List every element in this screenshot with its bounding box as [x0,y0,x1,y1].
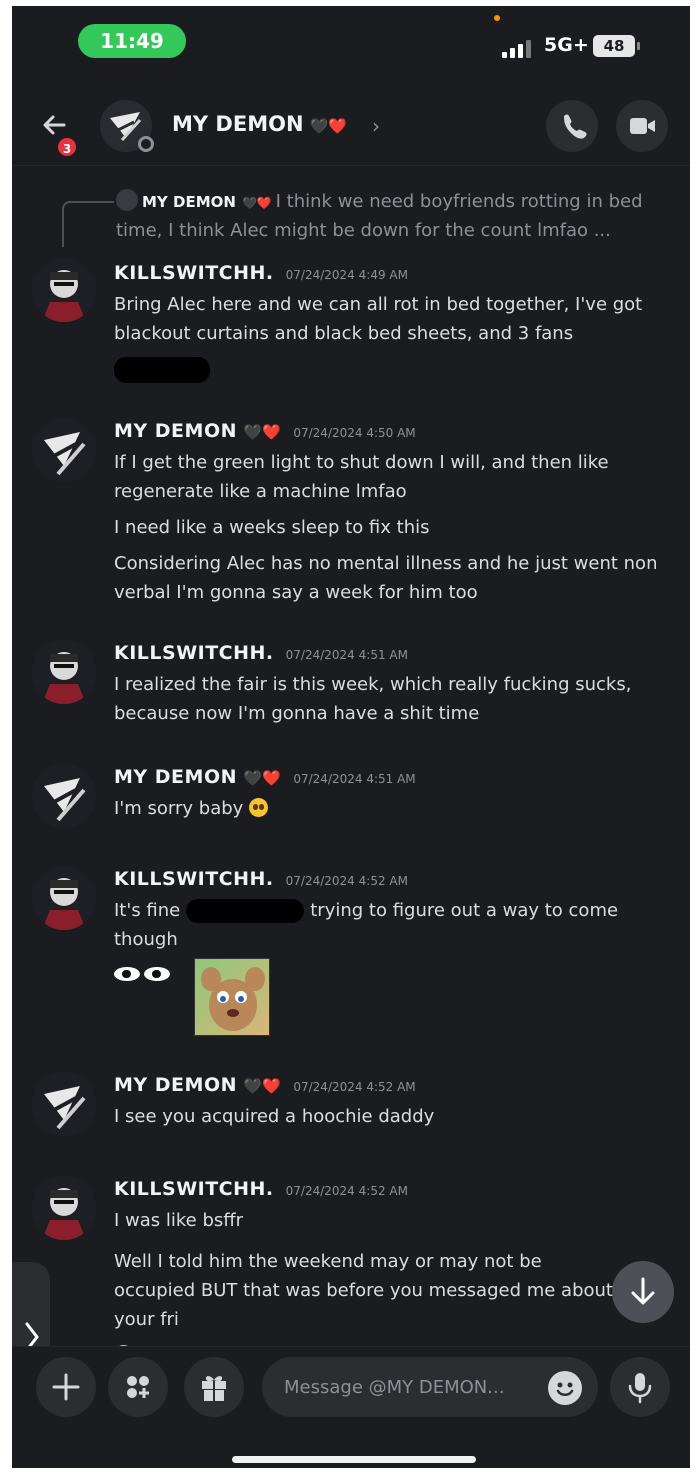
message-body: I realized the fair is this week, which … [114,674,632,724]
avatar[interactable] [32,640,96,704]
message-body: I'm sorry baby [114,794,674,830]
privacy-indicator-dot [494,15,500,21]
status-bar: 11:49 5G+ 48 [12,6,690,76]
avatar[interactable] [32,418,96,482]
avatar[interactable] [32,258,96,322]
message-author[interactable]: MY DEMON 🖤❤️ 07/24/2024 4:50 AM [114,420,416,442]
redaction-mark [114,357,210,383]
message-author[interactable]: KILLSWITCHH. 07/24/2024 4:49 AM [114,262,408,284]
reply-preview[interactable]: MY DEMON 🖤❤️ I think we need boyfriends r… [116,188,676,245]
eyes-emoji-icon [114,961,174,990]
message-author[interactable]: MY DEMON 🖤❤️ 07/24/2024 4:52 AM [114,1074,416,1096]
voice-call-button[interactable] [546,100,598,152]
message-author[interactable]: MY DEMON 🖤❤️ 07/24/2024 4:51 AM [114,766,416,788]
gift-icon [202,1376,226,1401]
message-author[interactable]: KILLSWITCHH. 07/24/2024 4:51 AM [114,642,408,664]
unread-badge: 3 [56,136,78,158]
message-body: I see you acquired a hoochie daddy [114,1106,435,1127]
phone-icon [564,114,587,139]
chat-header: 3 MY DEMON 🖤❤️ › [12,86,690,166]
avatar[interactable] [32,1072,96,1136]
emoji-picker-icon[interactable] [548,1371,582,1405]
avatar[interactable] [32,866,96,930]
scroll-to-bottom-button[interactable] [612,1261,674,1323]
message-body: If I get the green light to shut down I … [114,452,658,603]
avatar[interactable] [32,1176,96,1240]
add-attachment-button[interactable] [36,1357,96,1417]
gift-button[interactable] [184,1357,244,1417]
discord-dm-screen: 11:49 5G+ 48 3 MY DEMON 🖤❤️ › MY DEMON 🖤❤ [12,6,690,1468]
chevron-right-icon[interactable]: › [372,114,380,138]
arrow-down-icon [631,1277,655,1305]
redaction-mark [186,899,305,923]
apps-icon [127,1376,149,1398]
message-composer [12,1346,690,1426]
pleading-face-icon [249,798,269,817]
video-call-button[interactable] [616,100,668,152]
signal-icon [502,38,538,58]
microphone-icon [628,1373,652,1404]
offline-status-icon [138,136,154,152]
message-body: Bring Alec here and we can all rot in be… [114,290,674,384]
page-title[interactable]: MY DEMON 🖤❤️ [172,112,347,136]
apps-button[interactable] [108,1357,168,1417]
status-time: 11:49 [78,24,186,58]
message-author[interactable]: KILLSWITCHH. 07/24/2024 4:52 AM [114,868,408,890]
reply-connector [62,201,114,247]
avatar[interactable] [32,764,96,828]
plus-icon [52,1373,80,1401]
message-author[interactable]: KILLSWITCHH. 07/24/2024 4:52 AM [114,1178,408,1200]
home-indicator[interactable] [232,1456,476,1463]
network-label: 5G+ [544,34,589,56]
video-camera-icon [630,118,655,134]
avatar [116,189,138,211]
battery-icon: 48 [593,35,635,57]
voice-message-button[interactable] [610,1357,670,1417]
sticker-image[interactable] [194,958,270,1036]
